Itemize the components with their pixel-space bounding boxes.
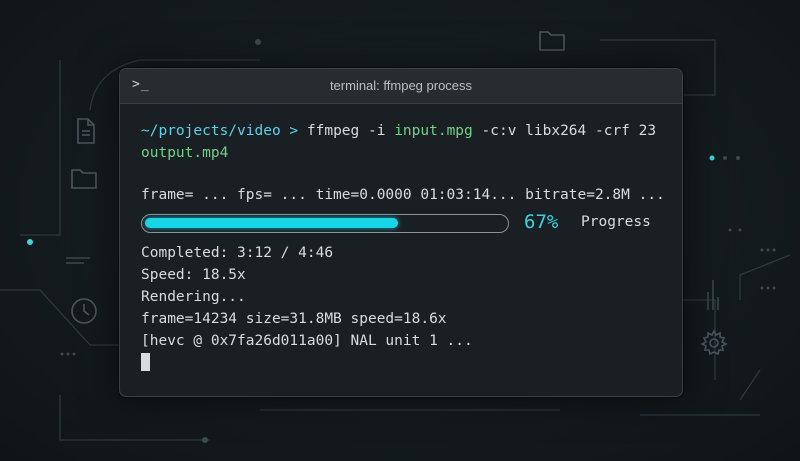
clock-icon <box>69 296 99 326</box>
output-filename: output.mp4 <box>141 145 229 161</box>
gear-icon <box>699 328 729 358</box>
progress-label: Progress <box>581 214 651 230</box>
progress-bar <box>141 214 509 233</box>
frame-info-line: frame=14234 size=31.8MB speed=18.6x <box>141 311 447 327</box>
prompt-path: ~/projects/video > <box>141 123 299 139</box>
rendering-line: Rendering... <box>141 289 246 305</box>
completed-line: Completed: 3:12 / 4:46 <box>141 245 334 261</box>
status-line: frame= ... fps= ... time=0.0000 01:03:14… <box>141 187 665 203</box>
input-filename: input.mpg <box>394 123 473 139</box>
folder-icon <box>69 163 99 193</box>
speed-line: Speed: 18.5x <box>141 267 246 283</box>
terminal-window: >_ terminal: ffmpeg process ~/projects/v… <box>119 68 683 397</box>
hevc-line: [hevc @ 0x7fa26d011a00] NAL unit 1 ... <box>141 333 473 349</box>
folder-icon <box>537 25 567 55</box>
window-title: terminal: ffmpeg process <box>329 78 473 93</box>
command-name: ffmpeg -i <box>306 123 386 139</box>
title-bar: >_ terminal: ffmpeg process <box>120 69 682 104</box>
progress-percent: 67% <box>524 211 559 233</box>
progress-bar-fill <box>145 218 398 228</box>
document-icon <box>70 116 100 146</box>
text-cursor <box>141 353 150 371</box>
command-args: -c:v libx264 -crf 23 <box>481 123 657 139</box>
command-line: ~/projects/video > ffmpeg -i input.mpg -… <box>141 121 656 141</box>
